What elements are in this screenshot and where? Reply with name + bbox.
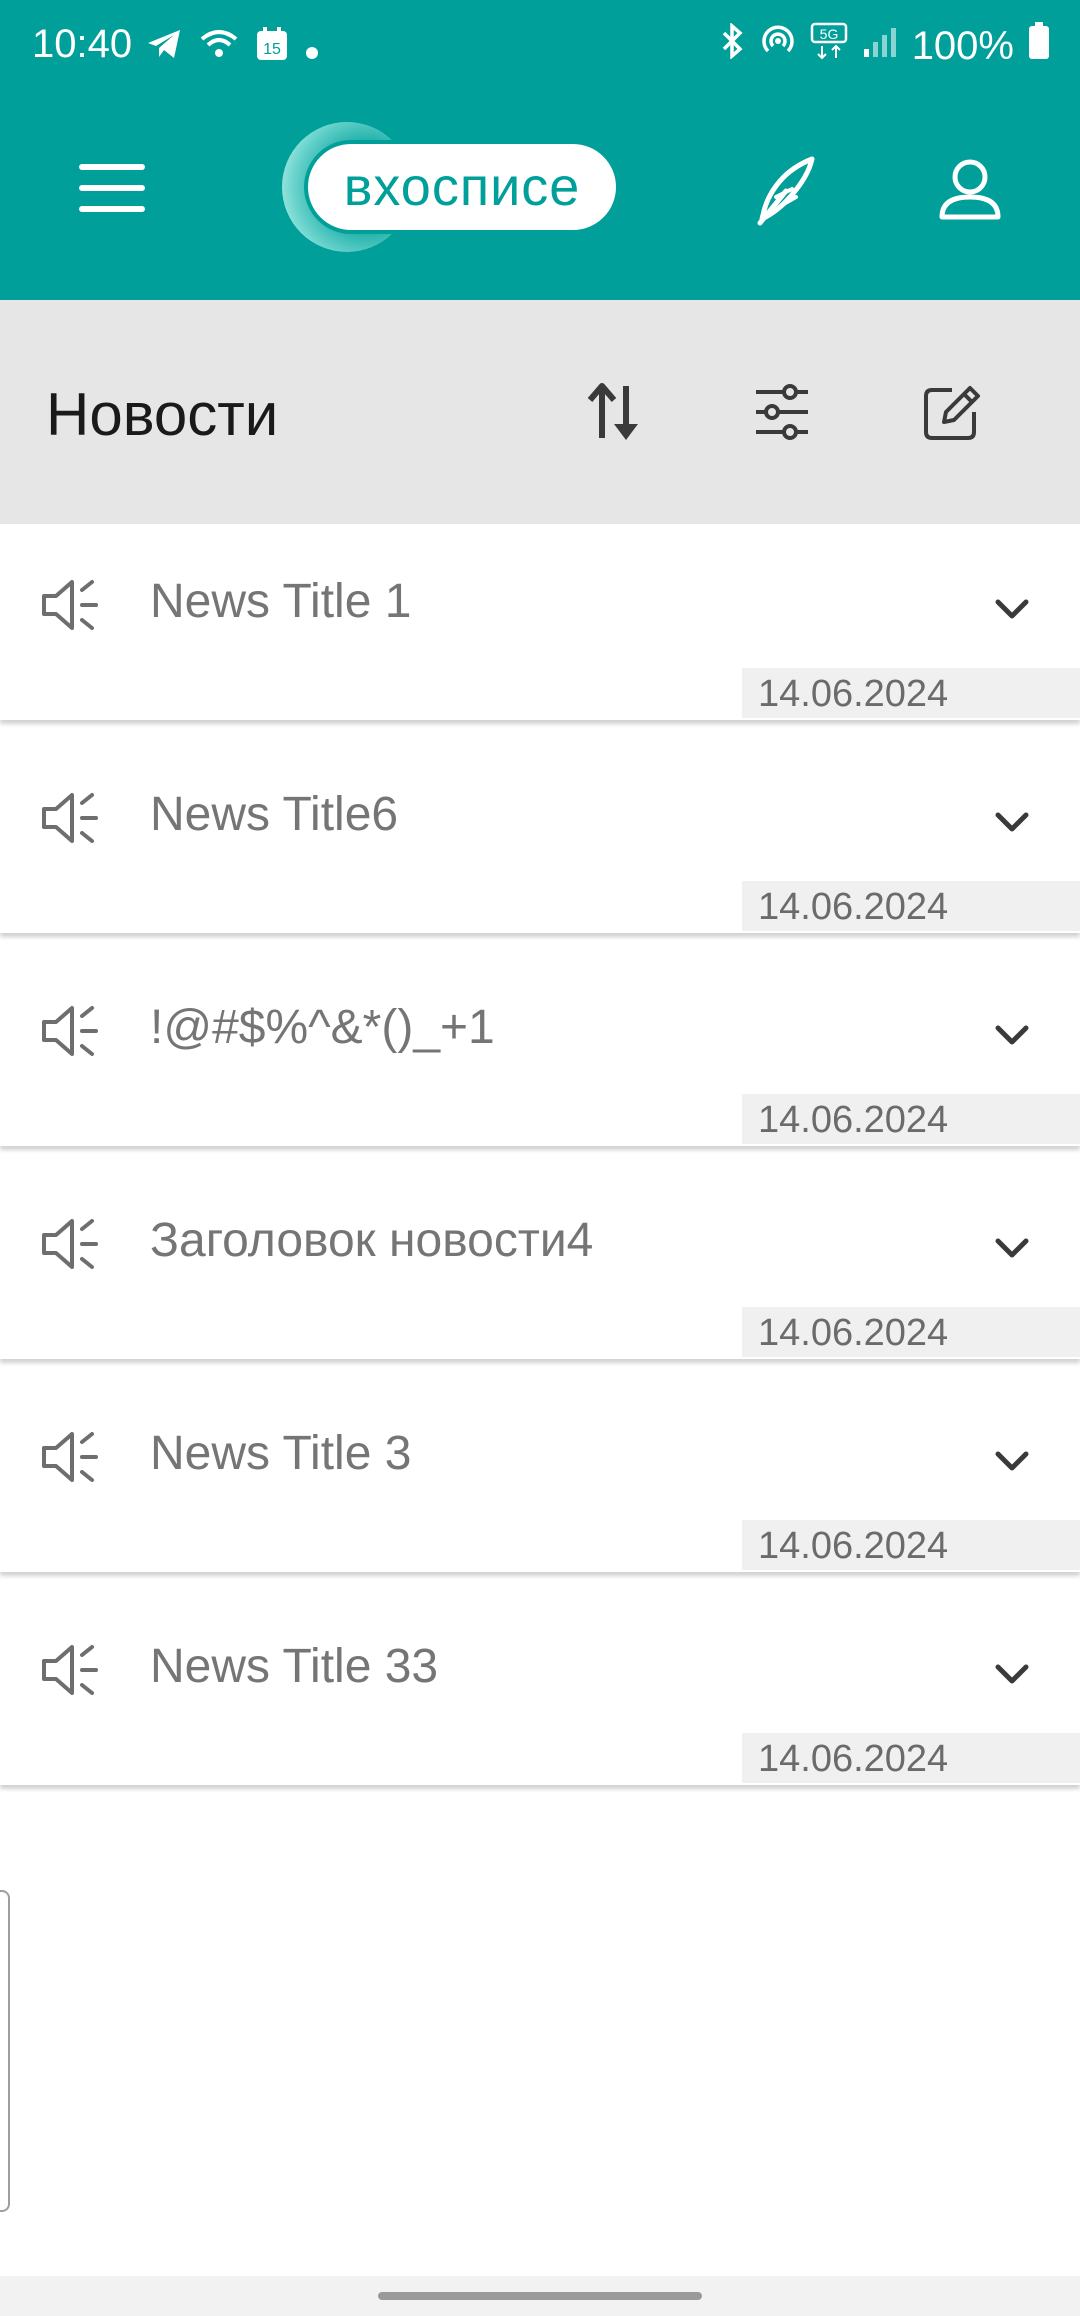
chevron-down-icon[interactable] <box>982 1219 1042 1279</box>
news-item[interactable]: Заголовок новости4 14.06.2024 <box>0 1163 1080 1359</box>
status-bar: 10:40 15 5G 100% <box>0 0 1080 96</box>
network-label: 5G <box>819 26 838 42</box>
edit-icon <box>924 386 980 440</box>
notification-icons: 15 <box>146 26 320 71</box>
news-item[interactable]: !@#$%^&*()_+1 14.06.2024 <box>0 950 1080 1146</box>
speaker-icon[interactable] <box>40 572 106 638</box>
menu-button[interactable] <box>72 148 152 228</box>
news-item[interactable]: News Title 1 14.06.2024 <box>0 524 1080 720</box>
calendar-icon: 15 <box>256 26 288 71</box>
user-icon <box>939 159 1001 220</box>
bluetooth-icon <box>720 22 746 69</box>
dot-icon <box>304 26 320 71</box>
battery-percent: 100% <box>911 23 1014 68</box>
news-title: News Title 1 <box>150 575 412 628</box>
news-item[interactable]: News Title 33 14.06.2024 <box>0 1589 1080 1785</box>
news-date: 14.06.2024 <box>742 881 1080 931</box>
profile-button[interactable] <box>928 148 1012 232</box>
page-title: Новости <box>46 381 279 448</box>
signal-icon <box>862 24 898 69</box>
filter-button[interactable] <box>742 372 822 452</box>
logo-text: вхосписе <box>304 140 620 234</box>
news-date: 14.06.2024 <box>742 1307 1080 1357</box>
edit-button[interactable] <box>912 372 992 452</box>
news-title: !@#$%^&*()_+1 <box>150 1001 495 1054</box>
news-date: 14.06.2024 <box>742 1733 1080 1783</box>
chevron-down-icon[interactable] <box>982 793 1042 853</box>
news-date: 14.06.2024 <box>742 1520 1080 1570</box>
chevron-down-icon[interactable] <box>982 580 1042 640</box>
feather-button[interactable] <box>745 148 829 232</box>
side-panel-handle[interactable] <box>0 1890 10 2212</box>
news-title: News Title 3 <box>150 1427 412 1480</box>
speaker-icon[interactable] <box>40 785 106 851</box>
app-bar: вхосписе <box>0 96 1080 300</box>
speaker-icon[interactable] <box>40 1424 106 1490</box>
news-date: 14.06.2024 <box>742 1094 1080 1144</box>
wifi-calling-icon <box>198 26 240 71</box>
speaker-icon[interactable] <box>40 1637 106 1703</box>
news-title: News Title 33 <box>150 1640 439 1693</box>
section-header: Новости <box>0 300 1080 524</box>
system-icons: 5G 100% <box>720 22 1050 70</box>
feather-icon <box>757 156 815 226</box>
chevron-down-icon[interactable] <box>982 1645 1042 1705</box>
speaker-icon[interactable] <box>40 998 106 1064</box>
top-area: 10:40 15 5G 100% вхосписе <box>0 0 1080 300</box>
calendar-day: 15 <box>263 41 281 58</box>
chevron-down-icon[interactable] <box>982 1432 1042 1492</box>
news-title: News Title6 <box>150 788 399 841</box>
battery-icon <box>1028 22 1050 70</box>
hotspot-icon <box>760 23 796 69</box>
news-item[interactable]: News Title6 14.06.2024 <box>0 737 1080 933</box>
chevron-down-icon[interactable] <box>982 1006 1042 1066</box>
telegram-icon <box>146 26 182 71</box>
system-navigation-bar <box>0 2276 1080 2316</box>
news-title: Заголовок новости4 <box>150 1214 594 1267</box>
hamburger-menu-icon <box>79 164 145 212</box>
sort-button[interactable] <box>574 372 654 452</box>
news-item[interactable]: News Title 3 14.06.2024 <box>0 1376 1080 1572</box>
app-logo[interactable]: вхосписе <box>282 122 622 252</box>
status-time: 10:40 <box>32 22 133 66</box>
home-indicator[interactable] <box>378 2292 702 2300</box>
app-screen: 10:40 15 5G 100% вхосписе Новости News T… <box>0 0 1080 2316</box>
news-date: 14.06.2024 <box>742 668 1080 718</box>
news-list: News Title 1 14.06.2024 News Title6 14.0… <box>0 524 1080 1802</box>
filter-icon <box>756 384 808 440</box>
network-5g-icon: 5G <box>810 22 848 70</box>
sort-icon <box>587 383 638 440</box>
speaker-icon[interactable] <box>40 1211 106 1277</box>
